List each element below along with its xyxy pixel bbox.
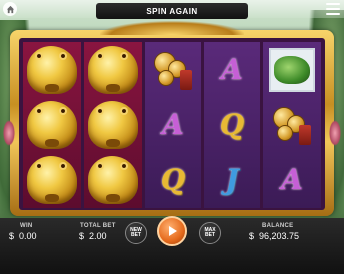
spin-button[interactable] — [157, 216, 187, 246]
symbol-letter-q: Q — [204, 97, 260, 152]
symbol-gold-toad — [23, 152, 81, 207]
symbol-gold-toad — [23, 42, 81, 97]
total-bet-value: 2.00 — [89, 231, 107, 241]
reel-4: A Q J — [204, 42, 260, 208]
total-bet-label: TOTAL BET — [80, 223, 116, 229]
frame-right-ornament — [329, 120, 341, 146]
menu-icon — [326, 3, 340, 5]
win-currency: $ — [9, 231, 15, 241]
spin-again-banner: SPIN AGAIN — [96, 3, 248, 19]
gold-toad-icon — [88, 45, 138, 94]
symbol-letter-j: J — [204, 152, 260, 207]
gold-toad-icon — [88, 100, 138, 149]
letter-q-symbol: Q — [160, 162, 186, 196]
reel-2 — [84, 42, 142, 208]
letter-a-symbol: A — [221, 52, 243, 86]
menu-button[interactable] — [326, 3, 340, 15]
symbol-jade-dragon — [263, 42, 321, 97]
symbol-letter-q: Q — [145, 152, 201, 207]
win-label: WIN — [20, 223, 33, 229]
home-button[interactable] — [3, 2, 17, 16]
symbol-coins — [263, 97, 321, 152]
balance-value: 96,203.75 — [259, 231, 300, 241]
balance-label: BALANCE — [262, 223, 294, 229]
letter-j-symbol: J — [225, 162, 239, 196]
win-value: 0.00 — [19, 231, 37, 241]
jade-dragon-icon — [269, 47, 315, 92]
gold-toad-icon — [27, 100, 77, 149]
frame-left-ornament — [3, 120, 15, 146]
symbol-letter-a: A — [145, 97, 201, 152]
total-bet-currency: $ — [79, 231, 85, 241]
coins-icon — [269, 103, 315, 147]
play-icon — [169, 226, 177, 236]
frame-top-ornament — [100, 21, 244, 35]
symbol-gold-toad — [84, 97, 142, 152]
symbol-gold-toad — [84, 42, 142, 97]
max-bet-button[interactable]: MAX BET — [199, 222, 221, 244]
home-icon — [6, 5, 14, 13]
gold-toad-icon — [27, 45, 77, 94]
coins-icon — [150, 48, 196, 92]
symbol-coins — [145, 42, 201, 97]
letter-a-symbol: A — [162, 107, 184, 141]
top-bar: SPIN AGAIN — [0, 0, 344, 19]
symbol-letter-a: A — [263, 152, 321, 207]
balance-currency: $ — [249, 231, 255, 241]
symbol-gold-toad — [23, 97, 81, 152]
letter-q-symbol: Q — [219, 107, 245, 141]
symbol-gold-toad — [84, 152, 142, 207]
gold-toad-icon — [27, 155, 77, 204]
letter-a-symbol: A — [281, 162, 303, 196]
reel-1 — [23, 42, 81, 208]
reel-5: A — [263, 42, 321, 208]
reel-3: A Q — [145, 42, 201, 208]
gold-toad-icon — [88, 155, 138, 204]
symbol-letter-a: A — [204, 42, 260, 97]
new-bet-button[interactable]: NEW BET — [125, 222, 147, 244]
